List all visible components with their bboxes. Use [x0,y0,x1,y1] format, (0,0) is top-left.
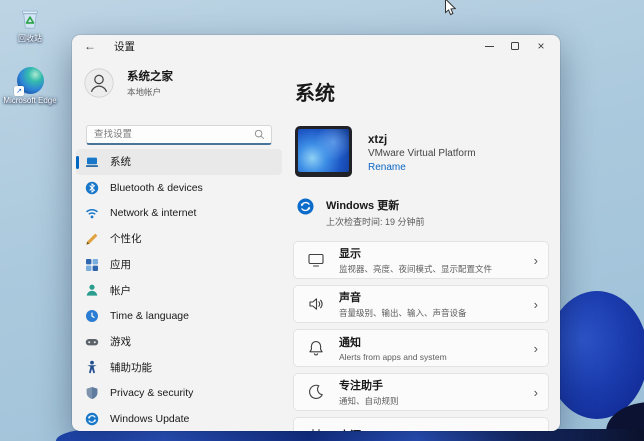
maximize-button[interactable] [502,35,528,57]
sidebar-item-gaming[interactable]: 游戏 [76,329,282,355]
accessibility-icon [85,360,99,374]
card-power[interactable]: 电源 › [293,417,549,431]
apps-grid-icon [85,258,99,272]
maximize-icon [511,42,519,50]
account-name: 系统之家 [127,71,173,83]
mouse-cursor [444,0,457,22]
update-title: Windows 更新 [326,200,400,212]
windows-update-status[interactable]: Windows 更新 上次检查时间: 19 分钟前 [297,197,425,228]
update-icon [85,412,99,426]
desktop-icon-label: 回收站 [18,34,42,43]
sidebar-item-privacy-security[interactable]: Privacy & security [76,380,282,406]
sidebar-item-bluetooth-devices[interactable]: Bluetooth & devices [76,175,282,201]
minimize-icon [484,45,494,47]
chevron-right-icon: › [533,296,538,312]
close-button[interactable]: × [528,35,554,57]
search-box [86,125,272,145]
window-title: 设置 [114,40,135,53]
sidebar-item-accessibility[interactable]: 辅助功能 [76,355,282,381]
sidebar-item-time-language[interactable]: Time & language [76,303,282,329]
power-plug-icon [307,427,325,431]
moon-icon [307,383,325,401]
clock-icon [85,309,99,323]
display-icon [307,251,325,269]
account-button[interactable]: 系统之家 本地帐户 [84,68,173,98]
sidebar-item-apps[interactable]: 应用 [76,252,282,278]
content-pane: 系统 xtzj VMware Virtual Platform Rename W… [285,57,560,431]
sidebar-nav: 系统 Bluetooth & devices Network & interne… [76,149,282,431]
desktop-icon-edge[interactable]: ↗ Microsoft Edge [2,66,58,106]
shield-icon [85,386,99,400]
chevron-right-icon: › [533,252,538,268]
page-title: 系统 [295,83,335,105]
wifi-icon [85,206,99,220]
desktop: 回收站 ↗ Microsoft Edge ← 设置 × 系统之家 本地帐户 查找… [0,0,644,441]
device-thumbnail [295,126,352,177]
person-icon [85,283,99,297]
desktop-icon-label: Microsoft Edge [3,96,57,105]
chevron-right-icon: › [534,429,538,432]
sidebar-item-windows-update[interactable]: Windows Update [76,406,282,431]
settings-window: ← 设置 × 系统之家 本地帐户 查找设置 系统 Bluetooth & dev… [72,35,560,431]
rename-link[interactable]: Rename [368,162,476,173]
back-icon[interactable]: ← [84,39,96,53]
account-type: 本地帐户 [127,87,162,97]
device-info: xtzj VMware Virtual Platform Rename [295,126,476,177]
card-sound[interactable]: 声音 音量级别、输出、输入、声音设备 › [293,285,549,323]
game-controller-icon [85,335,99,349]
pencil-icon [85,232,99,246]
sidebar-item-personalization[interactable]: 个性化 [76,226,282,252]
shortcut-arrow-icon: ↗ [14,86,24,96]
card-notifications[interactable]: 通知 Alerts from apps and system › [293,329,549,367]
device-model: VMware Virtual Platform [368,148,476,159]
sync-icon [297,198,314,215]
chevron-right-icon: › [533,340,538,356]
wallpaper-bloom-petal [546,291,644,419]
edge-icon: ↗ [14,66,44,96]
bell-icon [307,339,325,357]
sidebar-item-network-internet[interactable]: Network & internet [76,200,282,226]
settings-cards: 显示 监视器、亮度、夜间模式、显示配置文件 › 声音 音量级别、输出、输入、声音… [293,241,549,431]
minimize-button[interactable] [476,35,502,57]
avatar [84,68,114,98]
chevron-right-icon: › [533,384,538,400]
recycle-bin-icon [16,4,44,32]
sidebar: 系统之家 本地帐户 系统 [72,57,285,431]
close-icon: × [537,39,545,53]
system-icon [85,155,99,169]
update-status: 上次检查时间: 19 分钟前 [326,217,425,227]
speaker-icon [307,295,325,313]
bluetooth-icon [85,181,99,195]
card-focus-assist[interactable]: 专注助手 通知、自动规则 › [293,373,549,411]
search-input[interactable] [87,129,254,140]
titlebar: ← 设置 × [72,35,560,57]
search-icon [254,129,265,140]
device-name: xtzj [368,134,388,146]
card-display[interactable]: 显示 监视器、亮度、夜间模式、显示配置文件 › [293,241,549,279]
sidebar-item-system[interactable]: 系统 [76,149,282,175]
sidebar-item-accounts[interactable]: 帐户 [76,277,282,303]
desktop-icon-recycle-bin[interactable]: 回收站 [2,4,58,44]
